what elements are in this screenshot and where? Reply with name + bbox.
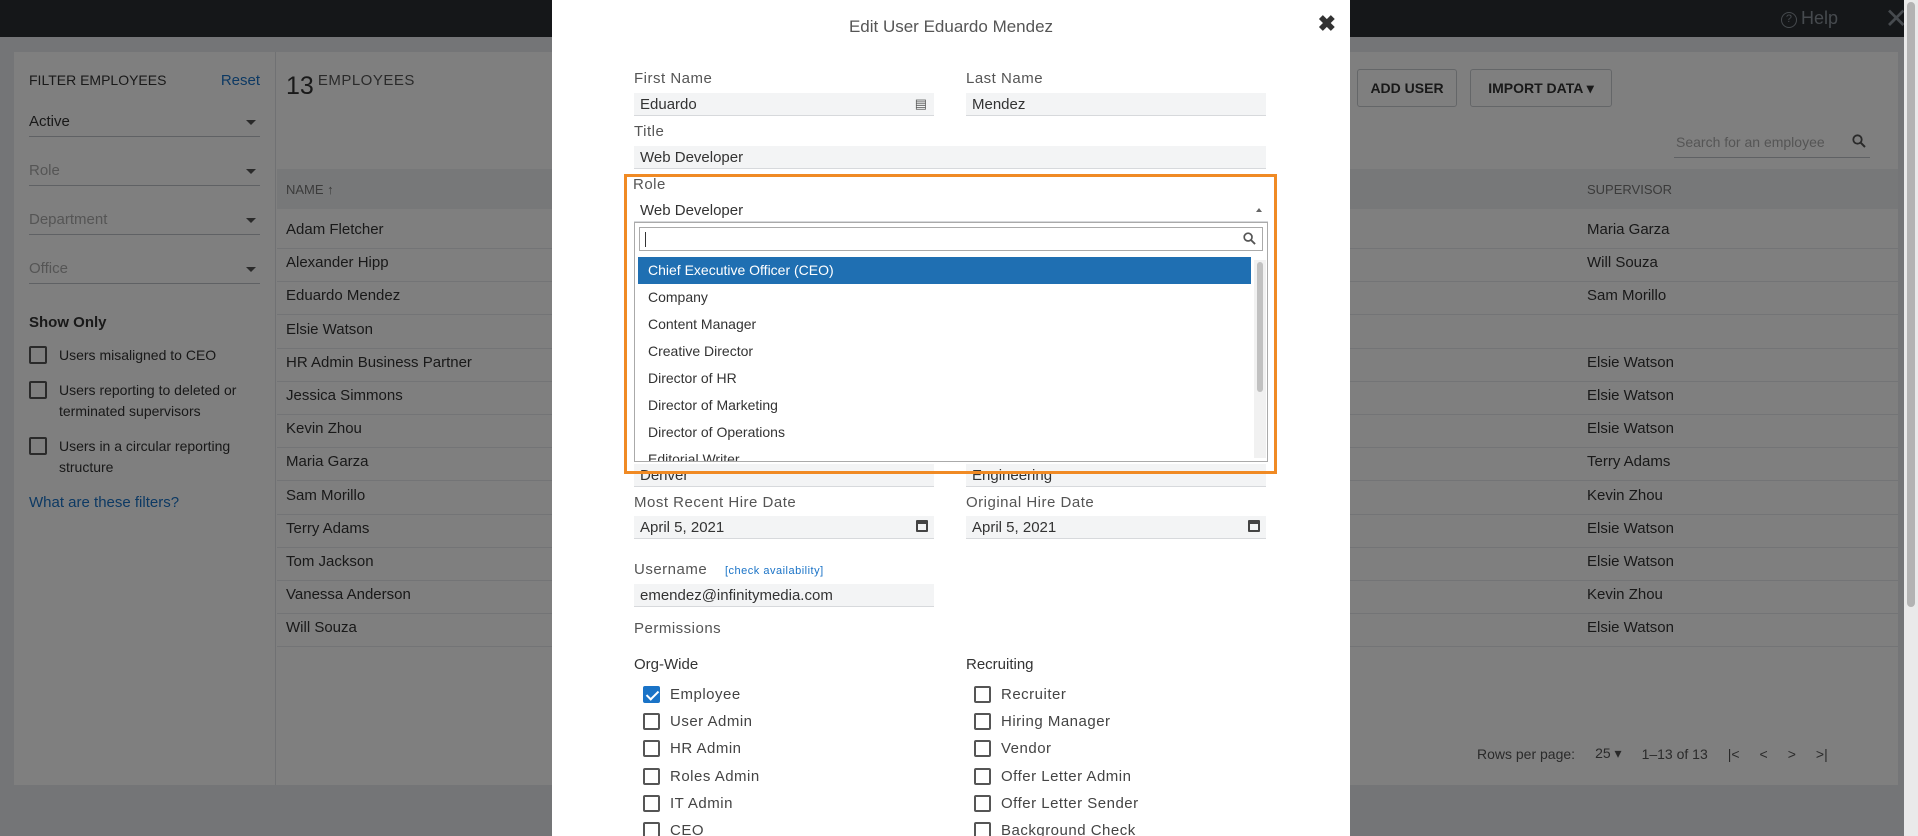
checkbox[interactable] (974, 686, 991, 703)
permissions-label: Permissions (634, 620, 722, 637)
scrollbar-thumb[interactable] (1907, 2, 1915, 607)
role-option[interactable]: Company (638, 284, 1251, 311)
dropdown-scrollbar-thumb[interactable] (1257, 262, 1263, 392)
username-label: Username (634, 561, 708, 578)
role-option[interactable]: Director of Operations (638, 419, 1251, 446)
role-dropdown: Chief Executive Officer (CEO) Company Cont… (634, 222, 1268, 462)
role-option[interactable]: Chief Executive Officer (CEO) (638, 257, 1251, 284)
role-search-input[interactable] (639, 227, 1263, 251)
permission-option[interactable]: Employee (643, 686, 741, 703)
permission-label: Hiring Manager (1001, 713, 1111, 731)
original-hire-value: April 5, 2021 (972, 519, 1057, 536)
role-label: Role (633, 176, 666, 193)
dropdown-scrollbar[interactable] (1254, 260, 1266, 458)
title-field[interactable]: Web Developer (634, 146, 1266, 169)
check-availability-link[interactable]: [check availability] (725, 565, 824, 577)
first-name-value: Eduardo (640, 96, 697, 113)
checkbox[interactable] (643, 713, 660, 731)
permission-option[interactable]: Offer Letter Sender (974, 794, 1139, 812)
orgwide-label: Org-Wide (634, 656, 699, 673)
permission-label: Recruiter (1001, 686, 1067, 703)
permission-label: Background Check (1001, 822, 1136, 836)
recent-hire-value: April 5, 2021 (640, 519, 725, 536)
permission-option[interactable]: HR Admin (643, 740, 742, 758)
username-field[interactable]: emendez@infinitymedia.com (634, 584, 934, 607)
checkbox[interactable] (974, 794, 991, 812)
permission-option[interactable]: Roles Admin (643, 767, 760, 785)
permission-label: User Admin (670, 713, 753, 731)
checkbox[interactable] (974, 822, 991, 836)
search-icon (1243, 232, 1256, 245)
caret-up-icon (1256, 208, 1262, 212)
last-name-label: Last Name (966, 70, 1044, 87)
username-value: emendez@infinitymedia.com (640, 587, 833, 604)
permission-option[interactable]: IT Admin (643, 794, 733, 812)
role-option[interactable]: Director of HR (638, 365, 1251, 392)
checkbox[interactable] (643, 822, 660, 836)
recruiting-label: Recruiting (966, 656, 1034, 673)
role-value: Web Developer (640, 202, 744, 219)
page-scrollbar[interactable] (1904, 0, 1918, 836)
checkbox[interactable] (643, 767, 660, 785)
recent-hire-field[interactable]: April 5, 2021 (634, 516, 934, 539)
permission-label: HR Admin (670, 740, 742, 758)
permission-option[interactable]: Offer Letter Admin (974, 767, 1132, 785)
role-option[interactable]: Content Manager (638, 311, 1251, 338)
original-hire-label: Original Hire Date (966, 494, 1095, 511)
permission-label: Offer Letter Sender (1001, 794, 1139, 812)
permission-label: Roles Admin (670, 767, 760, 785)
last-name-value: Mendez (972, 96, 1026, 113)
calendar-icon[interactable] (1248, 520, 1260, 532)
permission-option[interactable]: Hiring Manager (974, 713, 1111, 731)
permission-label: Offer Letter Admin (1001, 767, 1132, 785)
checkbox[interactable] (643, 740, 660, 758)
original-hire-field[interactable]: April 5, 2021 (966, 516, 1266, 539)
contact-card-icon: ▤ (914, 96, 927, 111)
title-label: Title (634, 123, 665, 140)
permission-option[interactable]: Vendor (974, 740, 1052, 758)
first-name-label: First Name (634, 70, 713, 87)
permission-label: Vendor (1001, 740, 1052, 758)
permission-label: IT Admin (670, 794, 733, 812)
text-cursor (645, 232, 646, 247)
role-select[interactable]: Web Developer (634, 199, 1268, 222)
first-name-field[interactable]: Eduardo ▤ (634, 93, 934, 116)
permission-option[interactable]: User Admin (643, 713, 753, 731)
last-name-field[interactable]: Mendez (966, 93, 1266, 116)
title-value: Web Developer (640, 149, 744, 166)
role-option-list: Chief Executive Officer (CEO) Company Cont… (635, 257, 1267, 461)
permission-option[interactable]: Background Check (974, 822, 1136, 836)
modal-title: Edit User Eduardo Mendez (848, 17, 1054, 36)
checkbox[interactable] (974, 740, 991, 758)
checkbox[interactable] (974, 713, 991, 731)
role-option[interactable]: Director of Marketing (638, 392, 1251, 419)
checkbox[interactable] (643, 794, 660, 812)
permission-label: Employee (670, 686, 741, 703)
permission-option[interactable]: CEO (643, 822, 704, 836)
role-option[interactable]: Editorial Writer (638, 446, 1251, 461)
checkbox[interactable] (974, 767, 991, 785)
checkbox[interactable] (643, 686, 660, 703)
recent-hire-label: Most Recent Hire Date (634, 494, 797, 511)
permission-label: CEO (670, 822, 705, 836)
calendar-icon[interactable] (916, 520, 928, 532)
permission-option[interactable]: Recruiter (974, 686, 1066, 703)
close-icon[interactable]: ✖ (1318, 11, 1336, 37)
role-option[interactable]: Creative Director (638, 338, 1251, 365)
